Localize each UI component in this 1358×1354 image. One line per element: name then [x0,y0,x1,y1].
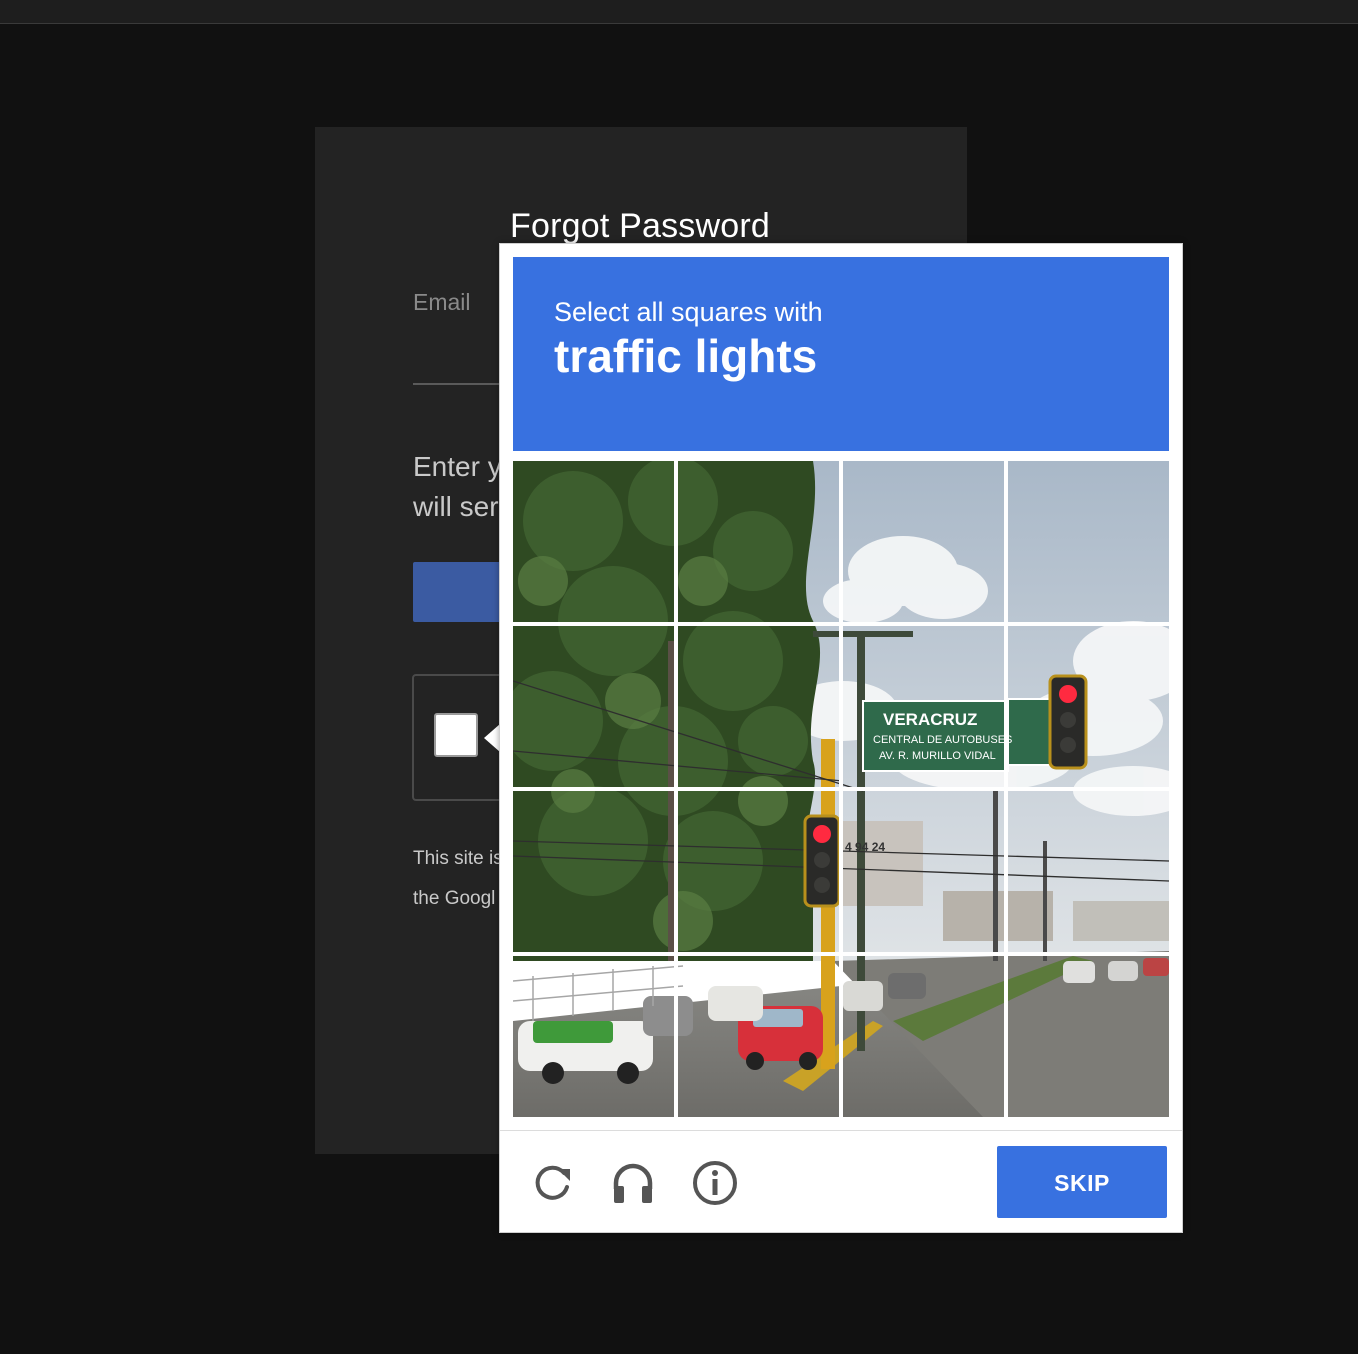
grid-tile-16[interactable] [1008,956,1169,1117]
audio-icon[interactable] [609,1159,657,1207]
challenge-prompt: Select all squares with [554,297,823,327]
recaptcha-checkbox[interactable] [434,713,478,757]
email-field-label[interactable]: Email [413,289,471,316]
challenge-pointer-arrow [484,724,500,752]
challenge-target: traffic lights [554,330,818,382]
grid-tile-4[interactable] [1008,461,1169,622]
grid-tile-3[interactable] [843,461,1004,622]
challenge-header: Select all squares with traffic lights [513,257,1169,451]
grid-tile-5[interactable] [513,626,674,787]
grid-tile-15[interactable] [843,956,1004,1117]
grid-tile-12[interactable] [1008,791,1169,952]
grid-tile-6[interactable] [678,626,839,787]
browser-top-bar [0,0,1358,24]
image-grid: VERACRUZ CENTRAL DE AUTOBUSES AV. R. MUR… [513,461,1169,1117]
reload-icon[interactable] [528,1159,576,1207]
grid-tile-2[interactable] [678,461,839,622]
grid-tile-8[interactable] [1008,626,1169,787]
captcha-challenge-popup: Select all squares with traffic lights V… [499,243,1183,1233]
footer-divider [500,1130,1182,1131]
page-title: Forgot Password [510,207,770,245]
grid-tile-14[interactable] [678,956,839,1117]
grid-tile-10[interactable] [678,791,839,952]
grid-tile-7[interactable] [843,626,1004,787]
skip-button[interactable]: SKIP [997,1146,1167,1218]
info-icon[interactable] [691,1159,739,1207]
grid-tile-1[interactable] [513,461,674,622]
grid-tile-11[interactable] [843,791,1004,952]
grid-tile-13[interactable] [513,956,674,1117]
grid-tile-9[interactable] [513,791,674,952]
